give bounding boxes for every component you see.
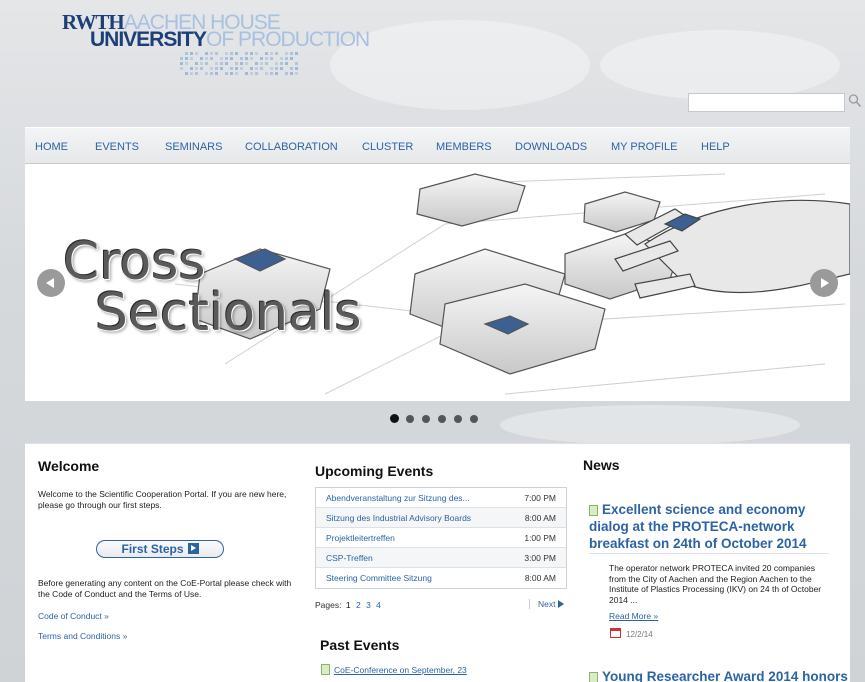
news-headline-text: Excellent science and economy dialog at …	[589, 502, 807, 551]
slider-dot-1[interactable]	[390, 414, 399, 423]
nav-events[interactable]: EVENTS	[95, 141, 139, 153]
table-row[interactable]: Sitzung des Industrial Advisory Boards 8:…	[316, 508, 566, 528]
play-icon	[187, 543, 199, 554]
upcoming-events-table: Abendveranstaltung zur Sitzung des... 7:0…	[315, 487, 567, 589]
page-link-3[interactable]: 3	[366, 600, 371, 610]
hero-title-line2: Sectionals	[95, 283, 362, 343]
logo-university: UNIVERSITY	[90, 28, 207, 51]
site-logo[interactable]: RWTHAACHEN HOUSE UNIVERSITYOF PRODUCTION	[62, 12, 370, 82]
background-map	[600, 30, 840, 100]
logo-of-production: OF PRODUCTION	[206, 28, 370, 51]
code-of-conduct-link[interactable]: Code of Conduct »	[38, 611, 109, 621]
document-icon	[321, 664, 330, 675]
event-name[interactable]: Sitzung des Industrial Advisory Boards	[326, 513, 471, 523]
document-icon	[589, 505, 598, 516]
page-link-1[interactable]: 1	[346, 600, 351, 610]
past-events-heading: Past Events	[320, 637, 400, 653]
event-time: 3:00 PM	[524, 553, 556, 563]
past-event-link[interactable]: CoE-Conference on September, 23	[321, 664, 467, 675]
main-nav: HOME EVENTS SEMINARS COLLABORATION CLUST…	[25, 127, 850, 164]
page-link-2[interactable]: 2	[356, 600, 361, 610]
news-headline-2[interactable]: Young Researcher Award 2014 honors	[589, 668, 848, 682]
divider	[589, 553, 829, 554]
hero-title-line1: Cross	[63, 232, 206, 292]
event-name[interactable]: CSP-Treffen	[326, 553, 373, 563]
nav-my-profile[interactable]: MY PROFILE	[611, 141, 677, 153]
welcome-heading: Welcome	[38, 458, 100, 474]
document-icon	[589, 672, 598, 682]
event-time: 8:00 AM	[524, 573, 556, 583]
nav-cluster[interactable]: CLUSTER	[362, 141, 413, 153]
table-row[interactable]: Steering Committee Sitzung 8:00 AM	[316, 568, 566, 588]
search-input[interactable]	[688, 93, 845, 112]
welcome-note: Before generating any content on the CoE…	[38, 578, 292, 599]
slider-prev-arrow-icon[interactable]	[37, 269, 65, 297]
news-date-text: 12/2/14	[626, 630, 653, 639]
next-page-button[interactable]: Next	[529, 599, 565, 609]
event-name[interactable]: Projektleitertreffen	[326, 533, 395, 543]
table-row[interactable]: Projektleitertreffen 1:00 PM	[316, 528, 566, 548]
nav-seminars[interactable]: SEMINARS	[165, 141, 222, 153]
table-row[interactable]: CSP-Treffen 3:00 PM	[316, 548, 566, 568]
news-date: 12/2/14	[610, 628, 653, 639]
slider-dot-3[interactable]	[422, 415, 430, 423]
event-time: 7:00 PM	[524, 493, 556, 503]
nav-members[interactable]: MEMBERS	[436, 141, 492, 153]
event-name[interactable]: Steering Committee Sitzung	[326, 573, 432, 583]
past-event-label: CoE-Conference on September, 23	[334, 665, 467, 675]
news-headline[interactable]: Excellent science and economy dialog at …	[589, 501, 835, 552]
event-name[interactable]: Abendveranstaltung zur Sitzung des...	[326, 493, 470, 503]
event-time: 8:00 AM	[524, 513, 556, 523]
next-arrow-icon	[558, 600, 565, 608]
news-headline-2-text: Young Researcher Award 2014 honors	[602, 669, 848, 682]
first-steps-button[interactable]: First Steps	[96, 540, 224, 558]
slider-next-arrow-icon[interactable]	[810, 269, 838, 297]
events-pagination: Pages: 1 2 3 4	[315, 600, 381, 610]
nav-help[interactable]: HELP	[701, 141, 730, 153]
nav-downloads[interactable]: DOWNLOADS	[515, 141, 587, 153]
pages-label: Pages:	[315, 600, 342, 610]
nav-home[interactable]: HOME	[35, 141, 68, 153]
search-icon[interactable]	[848, 93, 862, 109]
welcome-intro: Welcome to the Scientific Cooperation Po…	[38, 489, 287, 510]
event-time: 1:00 PM	[524, 533, 556, 543]
news-body: The operator network PROTECA invited 20 …	[609, 563, 822, 605]
upcoming-events-heading: Upcoming Events	[315, 463, 434, 479]
slider-dot-6[interactable]	[470, 415, 478, 423]
slider-dot-4[interactable]	[438, 415, 446, 423]
next-label: Next	[538, 599, 556, 609]
calendar-icon	[610, 628, 621, 638]
terms-link[interactable]: Terms and Conditions »	[38, 631, 127, 641]
background-map	[500, 405, 800, 445]
slider-dot-2[interactable]	[406, 415, 414, 423]
first-steps-label: First Steps	[121, 542, 184, 556]
nav-collaboration[interactable]: COLLABORATION	[245, 141, 338, 153]
page-link-4[interactable]: 4	[376, 600, 381, 610]
slider-dot-5[interactable]	[454, 415, 462, 423]
table-row[interactable]: Abendveranstaltung zur Sitzung des... 7:0…	[316, 488, 566, 508]
logo-dot-pattern	[180, 52, 300, 82]
read-more-link[interactable]: Read More »	[609, 611, 658, 621]
news-heading: News	[583, 457, 620, 473]
hero-slider: Cross Sectionals	[25, 164, 850, 402]
